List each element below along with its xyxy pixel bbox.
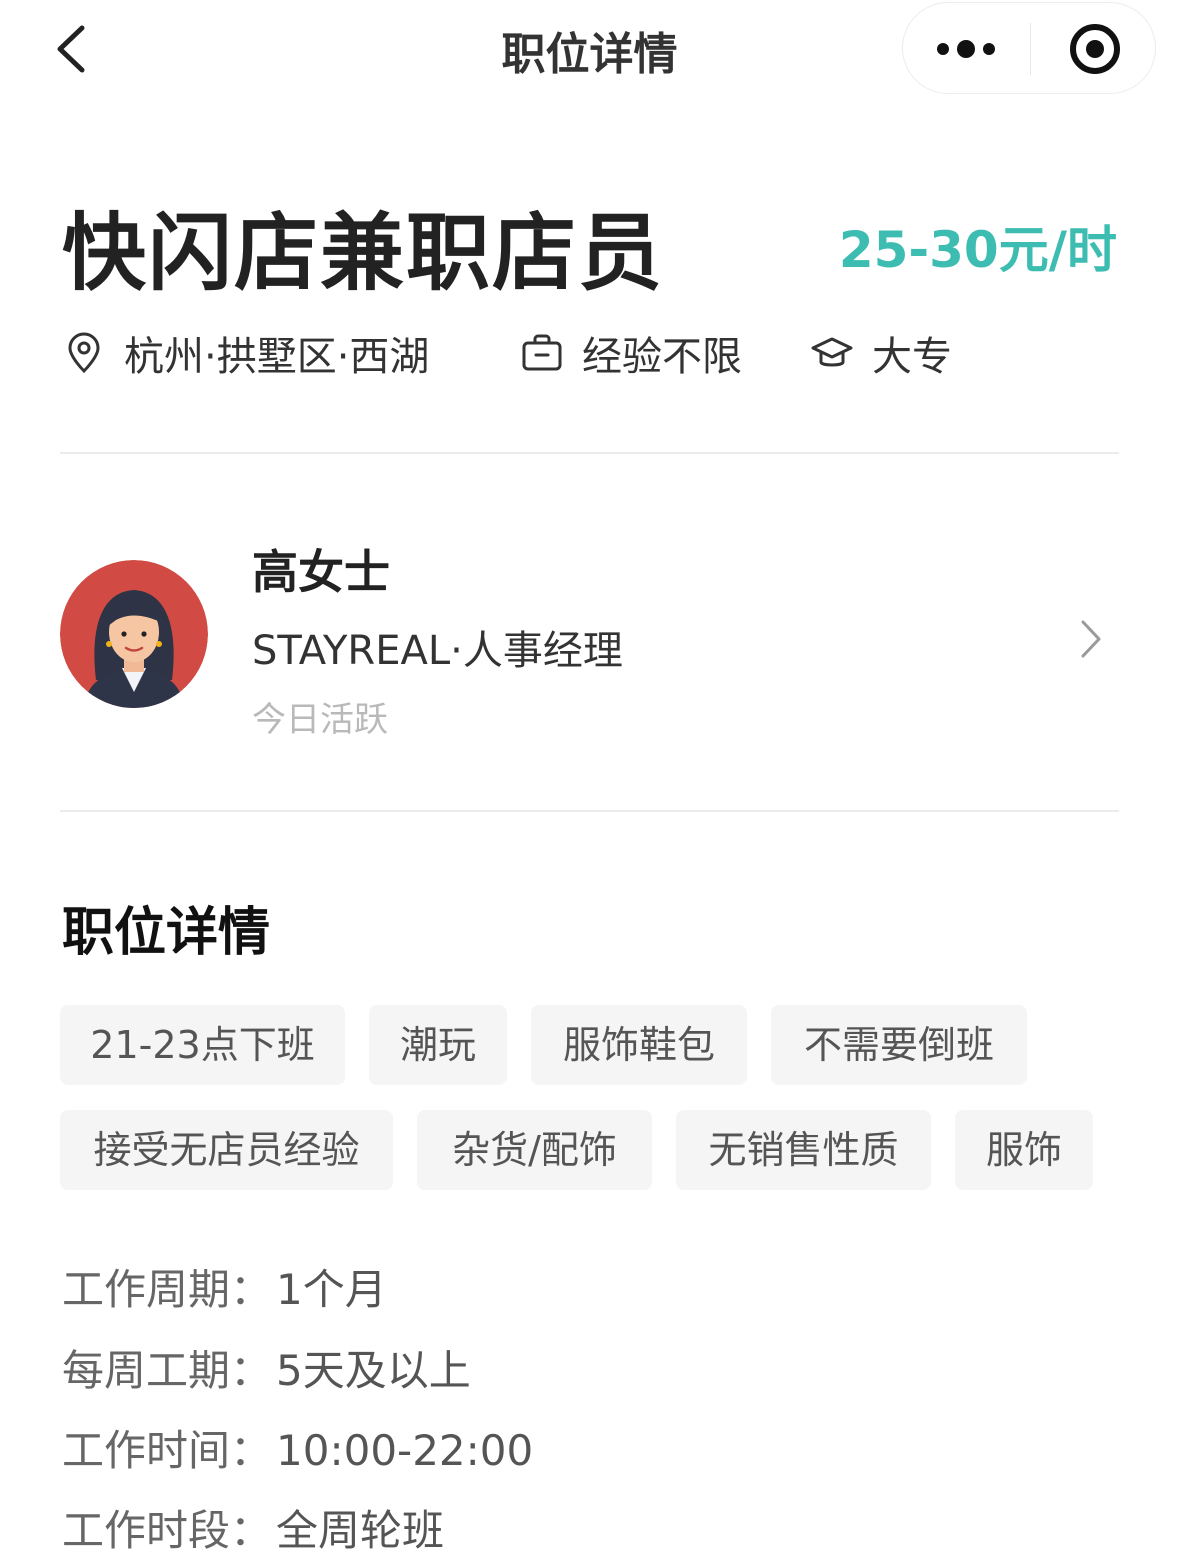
location-text: 杭州·拱墅区·西湖	[124, 334, 430, 380]
detail-row-work-hours: 工作时间：10:00-22:00	[62, 1417, 533, 1478]
more-dots-icon	[937, 40, 995, 58]
detail-value: 10:00-22:00	[276, 1426, 534, 1475]
avatar	[60, 560, 208, 708]
divider-2	[60, 810, 1119, 812]
briefcase-icon	[522, 334, 562, 371]
job-tag: 不需要倒班	[771, 1005, 1027, 1085]
detail-value: 5天及以上	[276, 1346, 471, 1395]
detail-key: 每周工期：	[62, 1346, 273, 1395]
salary: 25-30元/时	[838, 221, 1117, 279]
detail-row-weekly-days: 每周工期：5天及以上	[62, 1337, 471, 1398]
experience-item: 经验不限	[520, 326, 742, 380]
target-circle-icon	[1070, 24, 1120, 74]
location-item: 杭州·拱墅区·西湖	[62, 326, 429, 380]
recruiter-card[interactable]: 高女士 STAYREAL·人事经理 今日活跃	[60, 520, 1119, 740]
mini-program-capsule	[902, 2, 1156, 94]
section-title-job-details: 职位详情	[62, 903, 271, 963]
job-tag: 无销售性质	[676, 1110, 931, 1190]
job-detail-page: 职位详情 快闪店兼职店员 25-30元/时 杭州·拱墅区·西湖 经验不限 大专 …	[0, 0, 1179, 1549]
close-mini-program-button[interactable]	[1031, 3, 1157, 95]
job-title: 快闪店兼职店员	[62, 204, 665, 302]
job-tag: 杂货/配饰	[417, 1110, 652, 1190]
job-tag: 潮玩	[369, 1005, 507, 1085]
detail-value: 1个月	[276, 1265, 387, 1314]
detail-value: 全周轮班	[276, 1506, 445, 1549]
location-pin-icon	[68, 332, 100, 374]
job-tag: 21-23点下班	[60, 1005, 345, 1085]
job-tag: 服饰	[955, 1110, 1093, 1190]
divider-1	[60, 452, 1119, 454]
graduation-cap-icon	[811, 337, 853, 367]
detail-key: 工作周期：	[62, 1265, 273, 1314]
experience-text: 经验不限	[582, 334, 742, 380]
recruiter-name: 高女士	[252, 545, 390, 599]
recruiter-company-role: STAYREAL·人事经理	[252, 628, 623, 674]
recruiter-activity-status: 今日活跃	[252, 700, 388, 740]
job-tag: 接受无店员经验	[60, 1110, 393, 1190]
education-text: 大专	[872, 334, 952, 380]
detail-key: 工作时间：	[62, 1426, 273, 1475]
detail-row-work-period: 工作周期：1个月	[62, 1256, 387, 1317]
education-item: 大专	[810, 326, 952, 380]
chevron-right-icon	[1081, 620, 1101, 658]
more-button[interactable]	[903, 3, 1029, 95]
job-tag: 服饰鞋包	[531, 1005, 747, 1085]
top-nav-bar: 职位详情	[0, 0, 1179, 100]
detail-row-work-shift: 工作时段：全周轮班	[62, 1497, 444, 1549]
job-meta-row: 杭州·拱墅区·西湖 经验不限 大专	[62, 326, 1122, 380]
detail-key: 工作时段：	[62, 1506, 273, 1549]
